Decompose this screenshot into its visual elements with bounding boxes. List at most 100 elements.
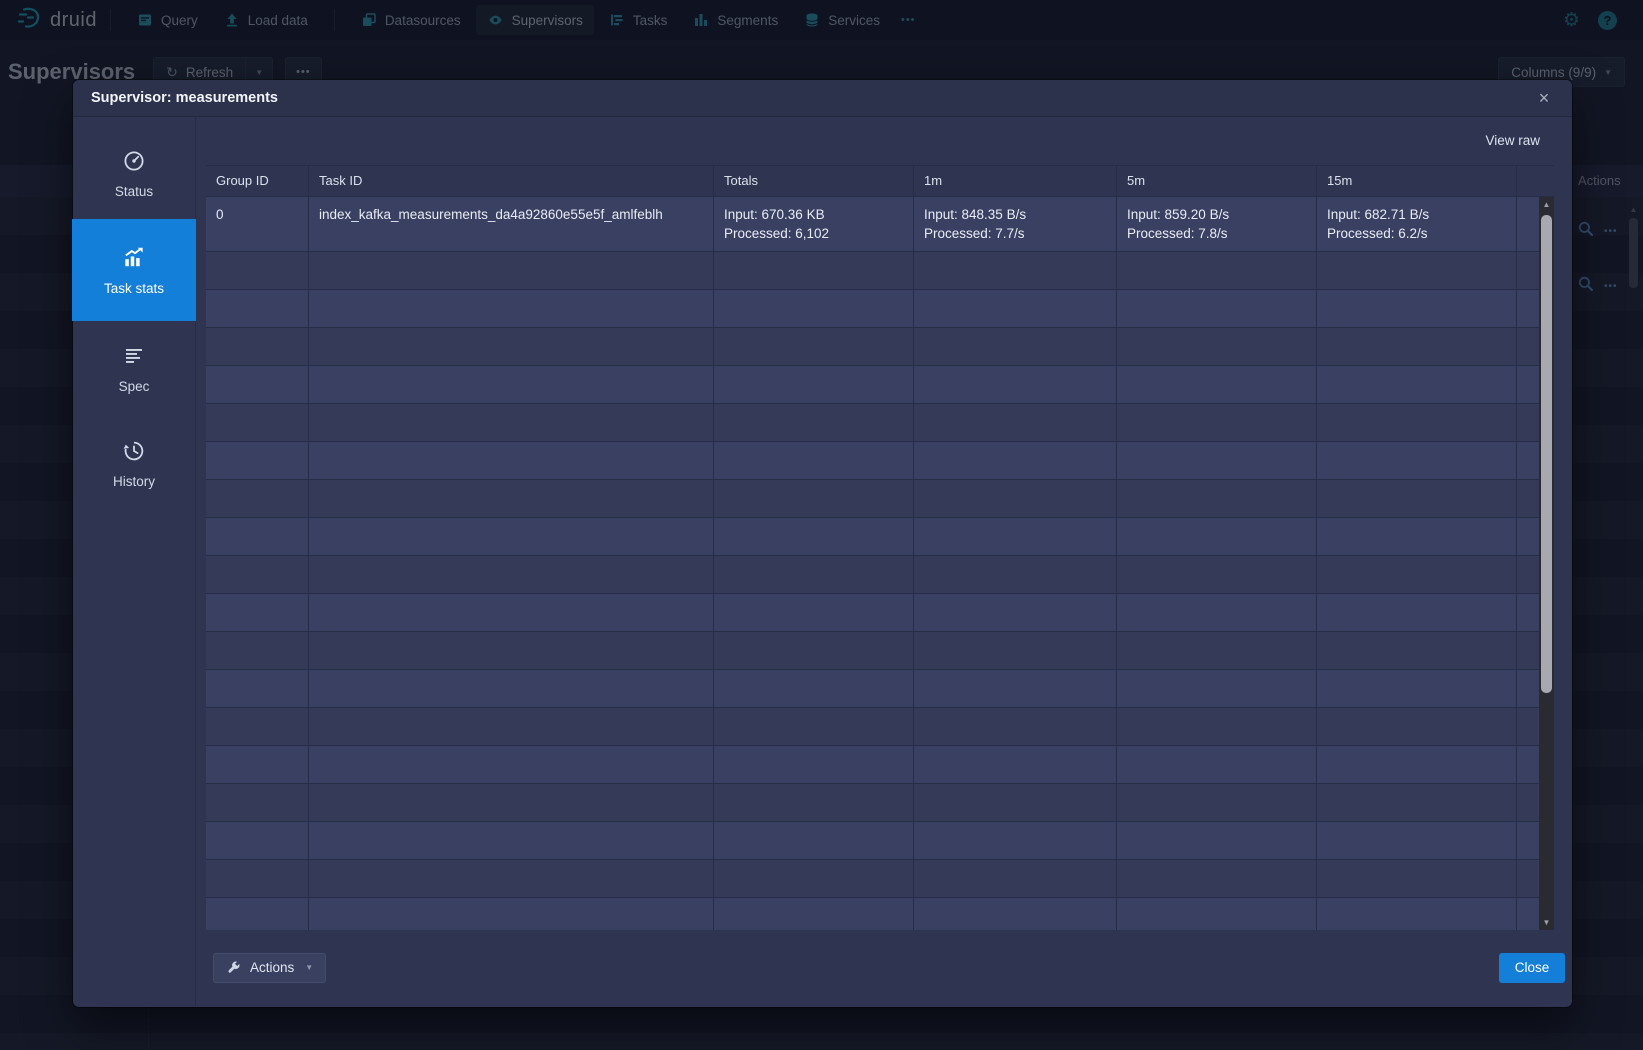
empty-cell <box>206 290 309 327</box>
empty-cell <box>1317 822 1517 859</box>
empty-cell <box>914 290 1117 327</box>
column-header[interactable]: 15m <box>1317 166 1517 196</box>
supervisor-dialog: Supervisor: measurements × Status Task s… <box>73 80 1572 1007</box>
empty-cell <box>714 708 914 745</box>
empty-cell <box>206 328 309 365</box>
empty-cell <box>1117 404 1317 441</box>
dialog-footer: Actions ▼ Close <box>196 930 1572 1006</box>
empty-cell <box>206 708 309 745</box>
empty-cell <box>714 784 914 821</box>
empty-cell <box>206 480 309 517</box>
column-header[interactable]: 1m <box>914 166 1117 196</box>
column-header[interactable]: Task ID <box>309 166 714 196</box>
align-left-icon <box>122 344 146 371</box>
empty-cell <box>1517 898 1539 930</box>
empty-cell <box>309 860 714 897</box>
empty-cell <box>1317 442 1517 479</box>
empty-cell <box>914 860 1117 897</box>
empty-cell <box>1317 366 1517 403</box>
empty-cell <box>1117 746 1317 783</box>
empty-cell <box>206 860 309 897</box>
empty-cell <box>714 404 914 441</box>
empty-table-row <box>206 290 1539 328</box>
empty-cell <box>1117 784 1317 821</box>
empty-cell <box>1117 556 1317 593</box>
trend-chart-icon <box>121 244 147 273</box>
empty-cell <box>1117 898 1317 930</box>
tab-task-stats[interactable]: Task stats <box>72 219 196 321</box>
column-header[interactable]: Totals <box>714 166 914 196</box>
empty-cell <box>1317 328 1517 365</box>
empty-cell <box>309 366 714 403</box>
empty-cell <box>914 746 1117 783</box>
empty-table-row <box>206 404 1539 442</box>
empty-cell <box>714 594 914 631</box>
empty-cell <box>1517 632 1539 669</box>
dialog-body: Status Task stats Spec History <box>73 117 1572 1006</box>
tab-label: Status <box>115 184 153 199</box>
table-scrollbar-thumb[interactable] <box>1541 215 1552 693</box>
empty-cell <box>914 708 1117 745</box>
empty-cell <box>714 518 914 555</box>
empty-cell <box>914 328 1117 365</box>
empty-cell <box>1317 784 1517 821</box>
close-icon[interactable]: × <box>1530 84 1558 112</box>
empty-cell <box>714 442 914 479</box>
cell-1m: Input: 848.35 B/s Processed: 7.7/s <box>914 197 1117 251</box>
empty-cell <box>914 784 1117 821</box>
table-body: 0 index_kafka_measurements_da4a92860e55e… <box>206 197 1539 930</box>
empty-cell <box>1317 670 1517 707</box>
empty-cell <box>1517 442 1539 479</box>
empty-cell <box>309 290 714 327</box>
view-raw-link[interactable]: View raw <box>1485 133 1540 148</box>
empty-table-row <box>206 252 1539 290</box>
close-button[interactable]: Close <box>1499 953 1565 983</box>
empty-cell <box>1517 746 1539 783</box>
empty-cell <box>1517 290 1539 327</box>
cell-totals: Input: 670.36 KB Processed: 6,102 <box>714 197 914 251</box>
column-header[interactable]: Group ID <box>206 166 309 196</box>
empty-cell <box>1117 708 1317 745</box>
empty-table-row <box>206 746 1539 784</box>
empty-cell <box>1517 480 1539 517</box>
empty-cell <box>714 290 914 327</box>
empty-table-row <box>206 594 1539 632</box>
column-header[interactable]: 5m <box>1117 166 1317 196</box>
view-raw-row: View raw <box>196 117 1572 165</box>
empty-cell <box>309 252 714 289</box>
chevron-down-icon: ▼ <box>305 963 313 972</box>
empty-cell <box>1517 252 1539 289</box>
empty-cell <box>714 860 914 897</box>
gauge-icon <box>122 149 146 176</box>
empty-cell <box>206 442 309 479</box>
scroll-up-arrow[interactable]: ▲ <box>1539 200 1554 209</box>
empty-cell <box>206 366 309 403</box>
cell-5m: Input: 859.20 B/s Processed: 7.8/s <box>1117 197 1317 251</box>
actions-label: Actions <box>250 960 294 975</box>
empty-table-row <box>206 480 1539 518</box>
empty-table-row <box>206 708 1539 746</box>
tab-spec[interactable]: Spec <box>73 321 195 416</box>
tab-status[interactable]: Status <box>73 129 195 219</box>
empty-cell <box>309 898 714 930</box>
empty-table-row <box>206 366 1539 404</box>
table-scrollbar[interactable]: ▲ ▼ <box>1539 197 1554 930</box>
totals-input: Input: 670.36 KB <box>724 205 903 224</box>
empty-cell <box>206 518 309 555</box>
tab-history[interactable]: History <box>73 416 195 511</box>
empty-cell <box>1117 480 1317 517</box>
empty-cell <box>1317 898 1517 930</box>
history-icon <box>122 439 146 466</box>
empty-cell <box>206 632 309 669</box>
dialog-content: View raw Group ID Task ID Totals 1m 5m 1… <box>196 117 1572 1006</box>
m1-processed: Processed: 7.7/s <box>924 224 1106 243</box>
empty-cell <box>1117 252 1317 289</box>
scroll-down-arrow[interactable]: ▼ <box>1539 918 1554 927</box>
empty-cell <box>914 898 1117 930</box>
empty-cell <box>1517 518 1539 555</box>
empty-cell <box>914 366 1117 403</box>
empty-cell <box>1317 404 1517 441</box>
empty-cell <box>714 556 914 593</box>
empty-cell <box>1517 328 1539 365</box>
actions-button[interactable]: Actions ▼ <box>213 953 326 983</box>
